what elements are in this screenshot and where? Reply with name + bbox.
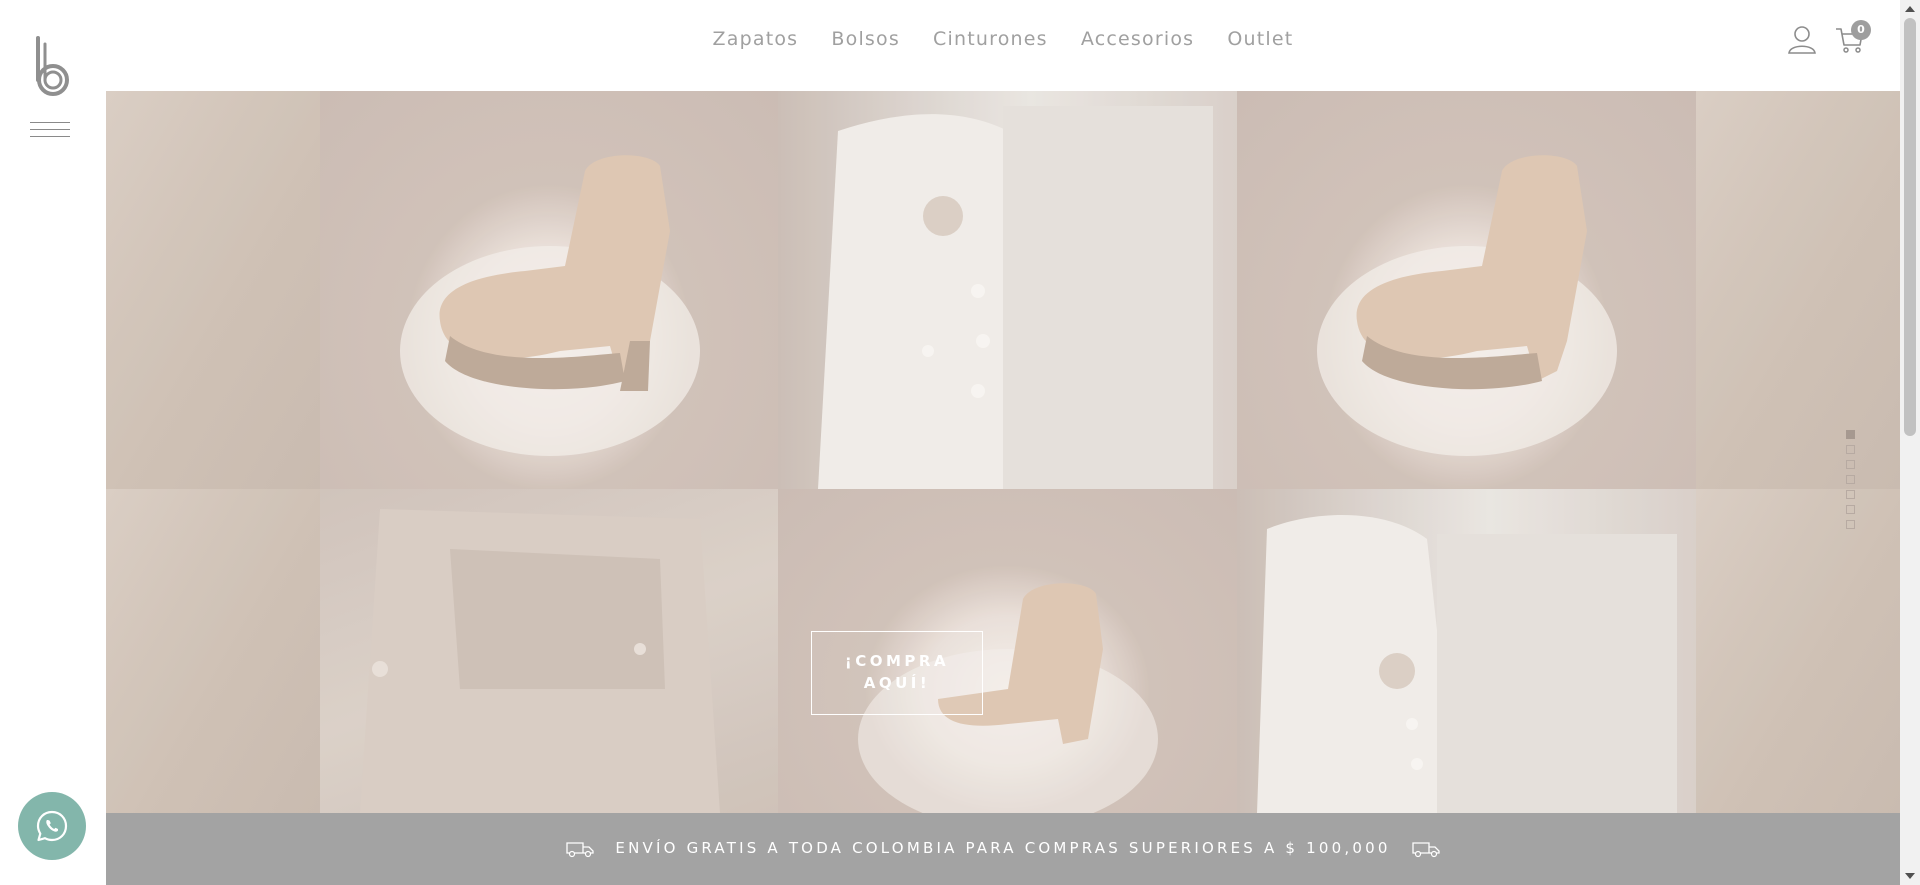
page-scrollbar[interactable] [1900,0,1920,885]
hero-banner[interactable] [106,91,1900,813]
scroll-up-arrow-icon[interactable] [1905,6,1915,12]
hamburger-line [30,129,70,130]
nav-outlet[interactable]: Outlet [1227,28,1293,50]
slider-dot[interactable] [1846,445,1855,454]
whatsapp-icon [36,810,68,842]
main-nav: Zapatos Bolsos Cinturones Accesorios Out… [106,28,1900,50]
account-button[interactable] [1786,24,1818,56]
slider-dot[interactable] [1846,475,1855,484]
slider-dots [1846,430,1860,535]
slider-dot[interactable] [1846,460,1855,469]
whatsapp-button[interactable] [18,792,86,860]
delivery-truck-icon [1411,841,1440,857]
shipping-text: ENVÍO GRATIS A TODA COLOMBIA PARA COMPRA… [615,839,1391,857]
scroll-down-arrow-icon[interactable] [1905,873,1915,879]
nav-cinturones[interactable]: Cinturones [933,28,1048,50]
cart-count-badge: 0 [1851,20,1871,40]
nav-bolsos[interactable]: Bolsos [831,28,900,50]
shipping-banner: ENVÍO GRATIS A TODA COLOMBIA PARA COMPRA… [106,813,1900,885]
nav-zapatos[interactable]: Zapatos [713,28,799,50]
cta-label-line2: AQUÍ! [863,674,931,692]
hero-overlay [106,91,1900,813]
scrollbar-thumb[interactable] [1904,18,1916,436]
shop-now-button[interactable]: ¡COMPRA AQUÍ! [811,631,983,715]
brand-logo[interactable] [30,36,74,96]
slider-dot[interactable] [1846,490,1855,499]
user-icon [1788,26,1816,54]
hamburger-line [30,136,70,137]
slider-dot[interactable] [1846,430,1855,439]
nav-accesorios[interactable]: Accesorios [1081,28,1194,50]
brand-b-logo-icon [36,36,69,96]
slider-dot[interactable] [1846,505,1855,514]
left-rail [0,0,106,885]
slider-dot[interactable] [1846,520,1855,529]
top-navigation-bar: Zapatos Bolsos Cinturones Accesorios Out… [106,0,1900,91]
delivery-truck-icon [566,841,595,857]
cta-label-line1: ¡COMPRA [844,652,950,670]
shipping-banner-content: ENVÍO GRATIS A TODA COLOMBIA PARA COMPRA… [106,839,1900,858]
menu-button[interactable] [30,122,70,142]
hamburger-icon [30,122,70,123]
